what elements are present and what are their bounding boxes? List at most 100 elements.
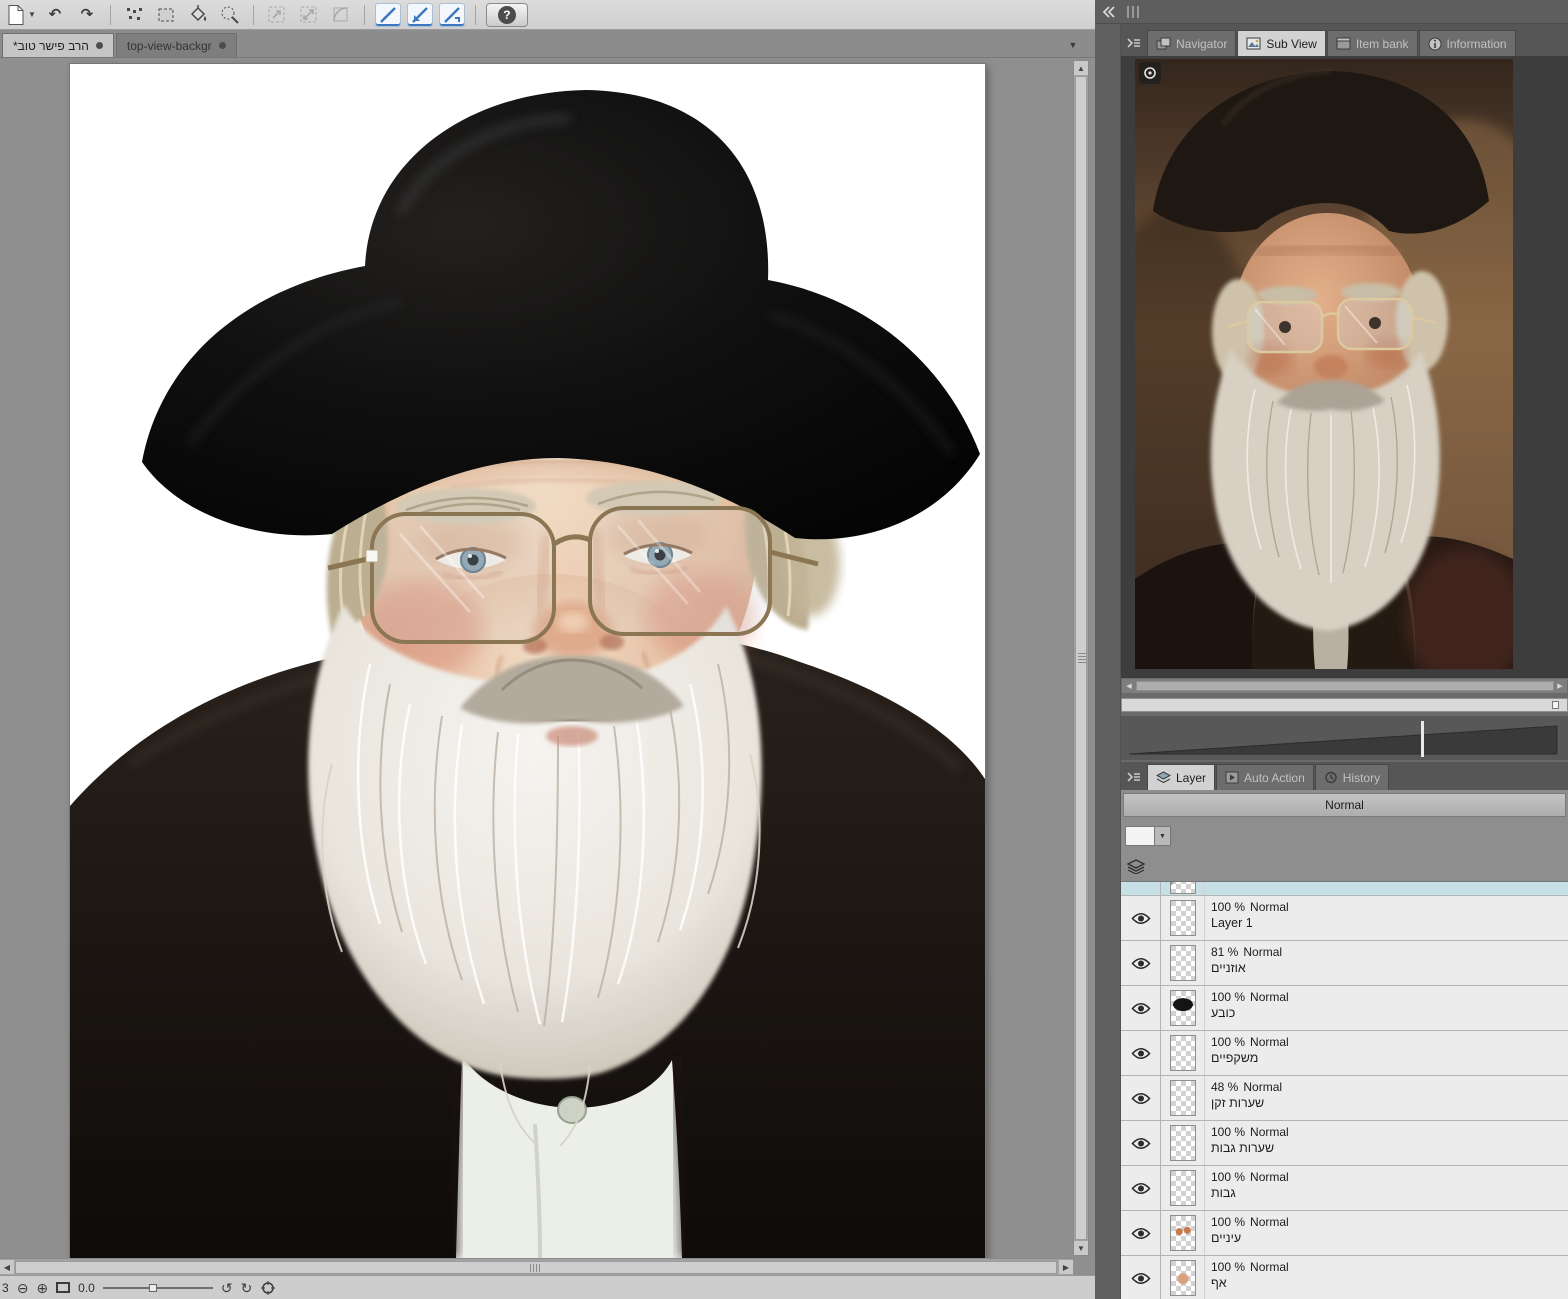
- chevron-down-icon: ▼: [1159, 833, 1166, 840]
- redo-button[interactable]: ↷: [74, 3, 100, 27]
- tab-indicator-dot[interactable]: [219, 42, 226, 49]
- subview-scrollbar[interactable]: ◀ ▶: [1121, 678, 1568, 694]
- layer-thumbnail[interactable]: [1170, 1080, 1196, 1116]
- scroll-left-arrow[interactable]: ◀: [1123, 680, 1135, 692]
- layer-row[interactable]: 100 %Normal גבות: [1121, 1166, 1568, 1211]
- layer-thumbnail[interactable]: [1170, 990, 1196, 1026]
- layer-color-swatch[interactable]: [1125, 826, 1155, 846]
- palette-menu-button[interactable]: [1123, 766, 1145, 788]
- visibility-toggle[interactable]: [1121, 1256, 1161, 1299]
- layer-thumbnail[interactable]: [1170, 1035, 1196, 1071]
- subview-position-slider[interactable]: [1121, 698, 1568, 712]
- tab-item-bank[interactable]: Item bank: [1327, 30, 1418, 56]
- visibility-toggle[interactable]: [1121, 1121, 1161, 1165]
- sub-view-icon: [1246, 37, 1261, 50]
- layer-thumbnail[interactable]: [1170, 945, 1196, 981]
- zoom-in-icon[interactable]: ⊕: [36, 1281, 48, 1295]
- canvas-vertical-scrollbar[interactable]: ▲ ▼: [1073, 60, 1089, 1256]
- slider-handle[interactable]: [1552, 701, 1559, 709]
- layer-row[interactable]: 100 %Normal שערות גבות: [1121, 1121, 1568, 1166]
- toolbar-separator: [364, 5, 365, 25]
- layer-row[interactable]: 100 %Normal עיניים: [1121, 1211, 1568, 1256]
- canvas-horizontal-scrollbar[interactable]: ◀ ▶: [0, 1258, 1073, 1275]
- layer-stack-icon: [1156, 771, 1171, 784]
- layer-row[interactable]: 100 %Normal אף: [1121, 1256, 1568, 1299]
- tab-sub-view[interactable]: Sub View: [1237, 30, 1325, 56]
- visibility-toggle[interactable]: [1121, 1031, 1161, 1075]
- rotation-value: 0.0: [78, 1281, 95, 1295]
- layer-color-dropdown[interactable]: ▼: [1155, 826, 1171, 846]
- scroll-left-arrow[interactable]: ◀: [0, 1260, 14, 1274]
- magic-wand-button[interactable]: [217, 3, 243, 27]
- layer-thumbnail[interactable]: [1170, 1125, 1196, 1161]
- visibility-toggle[interactable]: [1121, 896, 1161, 940]
- tab-indicator-dot[interactable]: [96, 42, 103, 49]
- layer-row[interactable]: 100 %Normal כובע: [1121, 986, 1568, 1031]
- rotate-right-icon[interactable]: ↻: [241, 1281, 253, 1295]
- layer-opacity: 100 %: [1211, 1260, 1245, 1274]
- layer-thumbnail[interactable]: [1170, 1215, 1196, 1251]
- rotation-slider[interactable]: [103, 1282, 213, 1294]
- visibility-toggle[interactable]: [1121, 941, 1161, 985]
- tab-information[interactable]: Information: [1419, 30, 1516, 56]
- visibility-toggle[interactable]: [1121, 1166, 1161, 1210]
- zoom-out-icon[interactable]: ⊖: [17, 1281, 29, 1295]
- doc-tab-top-view[interactable]: top-view-backgr: [116, 33, 237, 57]
- snap-special-ruler-button[interactable]: [439, 3, 465, 27]
- subview-scroll-thumb[interactable]: [1136, 681, 1554, 691]
- help-button[interactable]: ?: [486, 3, 528, 27]
- fill-bucket-button[interactable]: [185, 3, 211, 27]
- visibility-toggle[interactable]: [1121, 986, 1161, 1030]
- layer-thumbnail[interactable]: [1170, 882, 1196, 894]
- tab-layer[interactable]: Layer: [1147, 764, 1215, 790]
- tab-history[interactable]: History: [1315, 764, 1389, 790]
- select-area-button[interactable]: [153, 3, 179, 27]
- panel-drag-grip[interactable]: [1127, 6, 1141, 18]
- layer-row[interactable]: 100 %Normal Layer 1: [1121, 896, 1568, 941]
- layer-row-selected-partial[interactable]: [1121, 882, 1568, 896]
- layer-thumbnail[interactable]: [1170, 1170, 1196, 1206]
- scale-icon: [298, 4, 319, 25]
- tab-auto-action[interactable]: Auto Action: [1216, 764, 1314, 790]
- doc-tab-rav-fisher[interactable]: *הרב פישר טוב: [2, 33, 114, 57]
- tab-list-button[interactable]: ▼: [1065, 37, 1081, 53]
- layer-row[interactable]: 100 %Normal משקפיים: [1121, 1031, 1568, 1076]
- scroll-up-arrow[interactable]: ▲: [1074, 61, 1088, 75]
- scroll-down-arrow[interactable]: ▼: [1074, 1241, 1088, 1255]
- layer-list: 100 %Normal Layer 1 81 %Normal אוזניים 1…: [1121, 882, 1568, 1299]
- scroll-right-arrow[interactable]: ▶: [1554, 680, 1566, 692]
- blend-mode-select[interactable]: Normal: [1123, 793, 1566, 817]
- horizontal-scroll-thumb[interactable]: [15, 1261, 1057, 1274]
- transform-button[interactable]: [264, 3, 290, 27]
- rotate-transform-button[interactable]: [328, 3, 354, 27]
- reference-photo[interactable]: [1135, 58, 1513, 670]
- layer-name: אוזניים: [1211, 960, 1564, 977]
- panel-menu-button[interactable]: [1123, 32, 1145, 54]
- slider-handle[interactable]: [149, 1284, 157, 1292]
- fit-screen-icon[interactable]: [56, 1282, 70, 1293]
- layer-stack-icon[interactable]: [1127, 859, 1145, 874]
- scroll-right-arrow[interactable]: ▶: [1059, 1260, 1073, 1274]
- vertical-scroll-thumb[interactable]: [1075, 76, 1087, 1240]
- visibility-toggle[interactable]: [1121, 1076, 1161, 1120]
- pixel-dots-button[interactable]: [121, 3, 147, 27]
- layer-row[interactable]: 81 %Normal אוזניים: [1121, 941, 1568, 986]
- subview-zoom-slider[interactable]: [1121, 716, 1568, 760]
- visibility-toggle[interactable]: [1121, 882, 1161, 895]
- visibility-toggle[interactable]: [1121, 1211, 1161, 1255]
- rotate-left-icon[interactable]: ↺: [221, 1281, 233, 1295]
- layer-thumbnail[interactable]: [1170, 1260, 1196, 1296]
- scale-button[interactable]: [296, 3, 322, 27]
- tab-navigator[interactable]: Navigator: [1147, 30, 1236, 56]
- subview-pin-button[interactable]: [1139, 62, 1161, 84]
- layer-thumbnail[interactable]: [1170, 900, 1196, 936]
- snap-perspective-button[interactable]: [407, 3, 433, 27]
- doc-tab-label: *הרב פישר טוב: [13, 39, 89, 53]
- layer-row[interactable]: 48 %Normal שערות זקן: [1121, 1076, 1568, 1121]
- undo-button[interactable]: ↶: [42, 3, 68, 27]
- reset-view-icon[interactable]: [260, 1280, 276, 1296]
- snap-ruler-button[interactable]: [375, 3, 401, 27]
- new-file-button[interactable]: ▼: [6, 3, 36, 27]
- document-canvas[interactable]: [70, 64, 985, 1258]
- collapse-panel-button[interactable]: [1099, 3, 1119, 21]
